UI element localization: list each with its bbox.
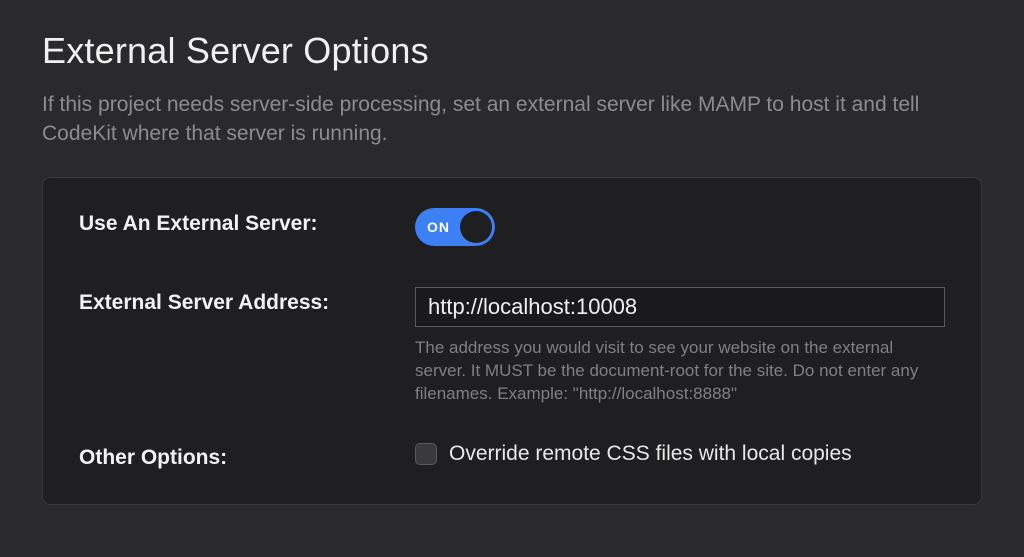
override-css-checkbox[interactable] <box>415 443 437 465</box>
server-address-input[interactable] <box>415 287 945 327</box>
other-options-label: Other Options: <box>79 442 415 470</box>
page-description: If this project needs server-side proces… <box>42 90 962 149</box>
server-address-help: The address you would visit to see your … <box>415 337 945 406</box>
override-css-checkbox-label[interactable]: Override remote CSS files with local cop… <box>449 442 852 466</box>
page-title: External Server Options <box>42 30 982 72</box>
use-external-toggle[interactable]: ON <box>415 208 495 246</box>
other-options-row: Other Options: Override remote CSS files… <box>79 442 945 470</box>
use-external-row: Use An External Server: ON <box>79 208 945 251</box>
server-address-label: External Server Address: <box>79 287 415 315</box>
settings-panel: Use An External Server: ON External Serv… <box>42 177 982 505</box>
toggle-on-label: ON <box>427 219 450 235</box>
server-address-row: External Server Address: The address you… <box>79 287 945 406</box>
use-external-label: Use An External Server: <box>79 208 415 236</box>
toggle-knob-icon <box>460 211 492 243</box>
